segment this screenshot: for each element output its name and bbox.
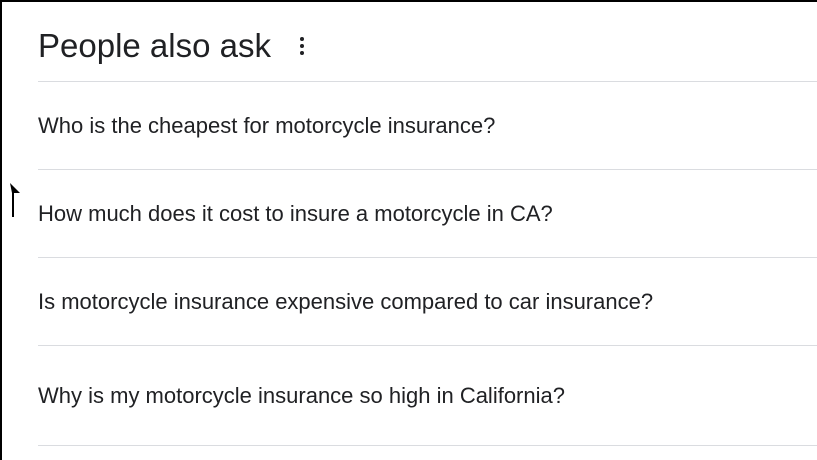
dot — [299, 50, 304, 55]
question-text: Is motorcycle insurance expensive compar… — [38, 288, 654, 314]
dot — [299, 36, 304, 41]
dot — [299, 43, 304, 48]
question-item[interactable]: Is motorcycle insurance expensive compar… — [38, 258, 817, 346]
people-also-ask-panel: People also ask Who is the cheapest for … — [38, 2, 817, 460]
question-text: How much does it cost to insure a motorc… — [38, 200, 553, 226]
mouse-cursor-icon — [10, 183, 20, 217]
question-item[interactable]: Who is the cheapest for motorcycle insur… — [38, 82, 817, 170]
panel-title: People also ask — [38, 26, 271, 64]
panel-header: People also ask — [38, 2, 817, 82]
question-item[interactable]: Why is my motorcycle insurance so high i… — [38, 346, 817, 446]
question-text: Who is the cheapest for motorcycle insur… — [38, 112, 496, 138]
question-item[interactable]: How much does it cost to insure a motorc… — [38, 170, 817, 258]
screenshot-frame: People also ask Who is the cheapest for … — [0, 0, 817, 460]
question-text: Why is my motorcycle insurance so high i… — [38, 382, 565, 408]
more-vert-icon[interactable] — [295, 34, 309, 58]
